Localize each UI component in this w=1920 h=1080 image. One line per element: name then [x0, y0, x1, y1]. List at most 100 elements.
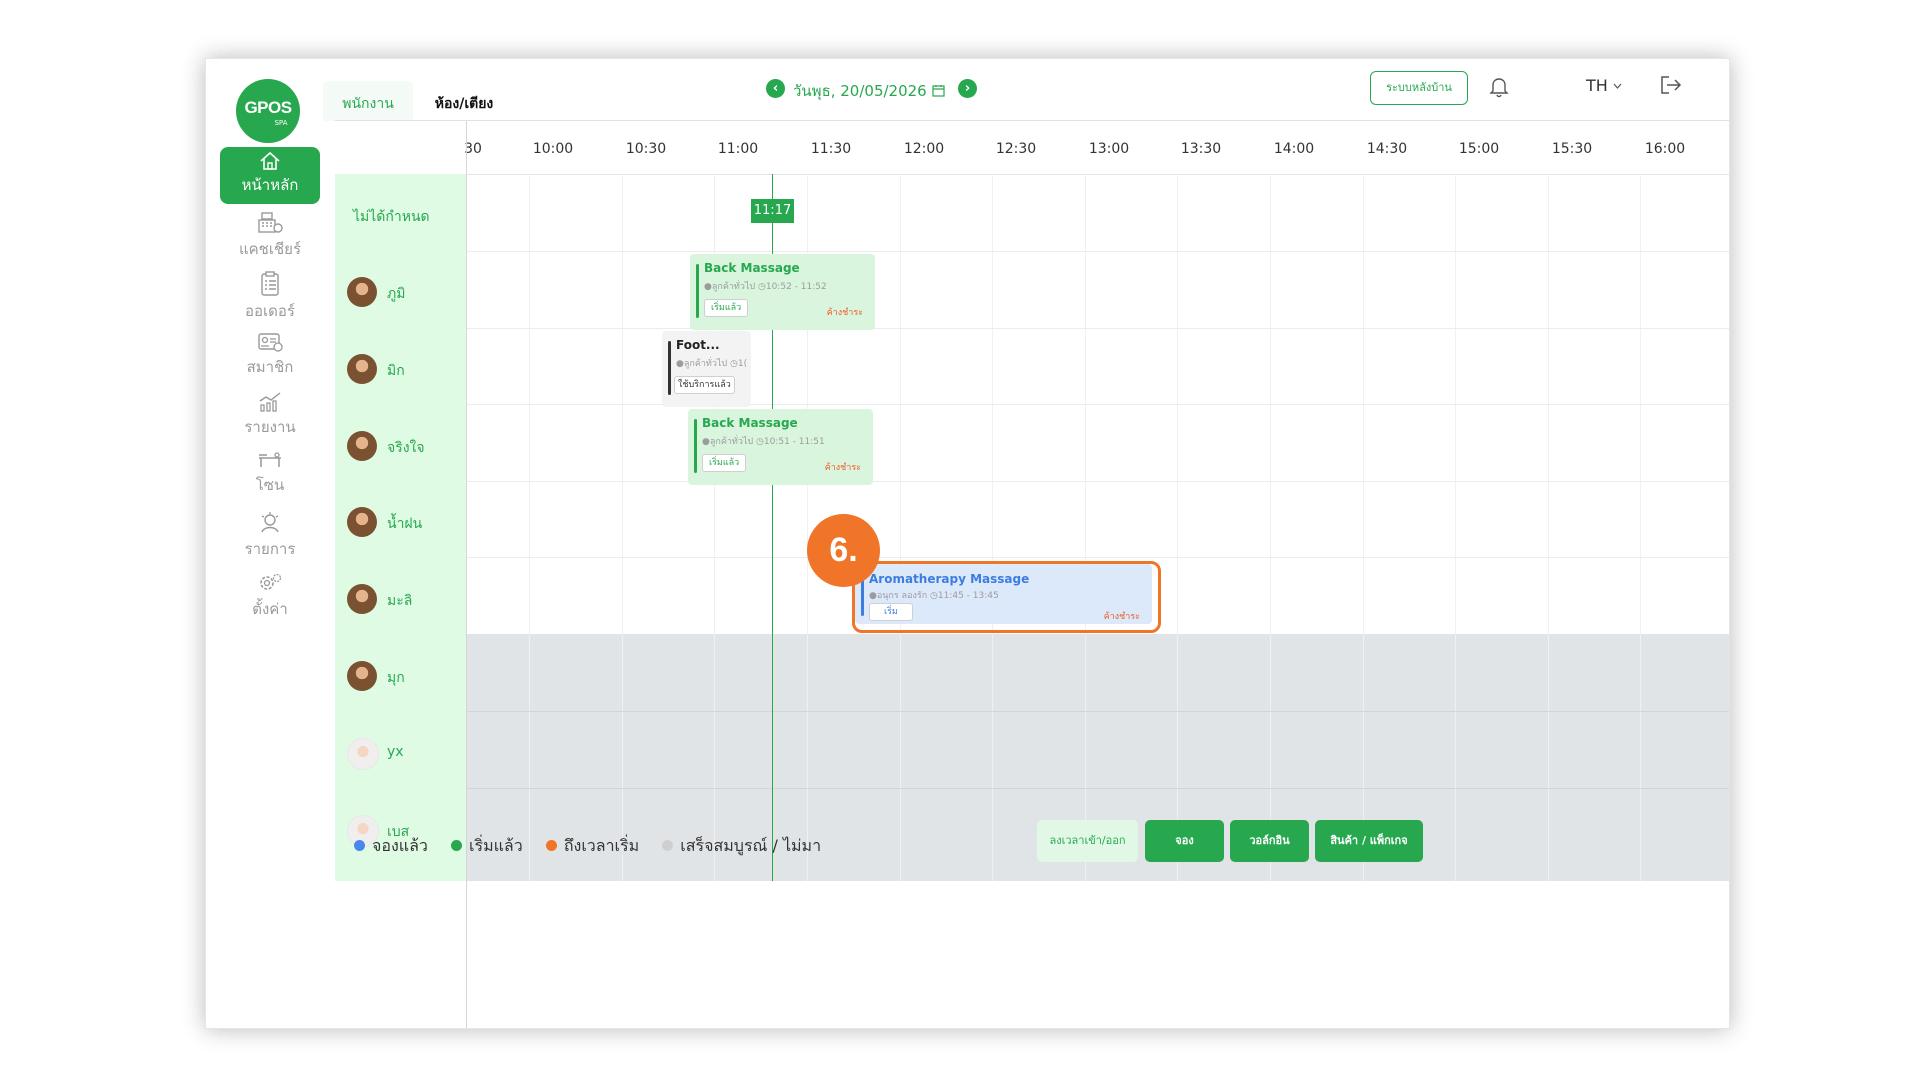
staff-name: มะลิ — [387, 593, 413, 609]
step-number-badge: 6. — [807, 514, 880, 587]
sidebar-item-zones[interactable]: โซน — [220, 447, 320, 504]
tab-staff[interactable]: พนักงาน — [323, 81, 413, 121]
clock-icon: ◷ — [758, 282, 766, 292]
clock-icon: ◷ — [756, 437, 764, 447]
staff-name: น้ำฝน — [387, 516, 423, 532]
staff-row[interactable]: มุก — [335, 661, 466, 691]
booking-meta: ●ลูกค้าทั่วไป ◷10:52 - 11:52 — [704, 279, 827, 293]
app-logo[interactable]: GPOS SPA — [236, 79, 300, 143]
sidebar-item-settings[interactable]: ตั้งค่า — [220, 567, 320, 624]
booking-customer: ●ลูกค้าทั่วไป — [702, 437, 754, 447]
next-day-icon[interactable]: › — [958, 79, 977, 98]
time-tick: 12:30 — [995, 141, 1037, 157]
staff-row[interactable]: มิก — [335, 354, 466, 384]
booking-meta: ●ลูกค้าทั่วไป ◷10:51 - 11:51 — [702, 434, 825, 448]
tab-rooms[interactable]: ห้อง/เตียง — [419, 81, 509, 121]
sidebar-item-label: โซน — [255, 476, 285, 494]
avatar — [347, 277, 377, 307]
current-time-badge: 11:17 — [751, 199, 794, 223]
grid-row-line — [467, 788, 1729, 789]
legend-dot — [662, 840, 674, 851]
legend-dot — [354, 840, 365, 851]
staff-row[interactable]: จริงใจ — [335, 431, 466, 461]
unassigned-row-label: ไม่ได้กำหนด — [353, 209, 430, 225]
notification-bell-icon[interactable] — [1489, 76, 1509, 98]
time-tick: 14:00 — [1273, 141, 1315, 157]
grid-row-line — [467, 328, 1729, 329]
avatar — [347, 661, 377, 691]
legend-dot — [451, 840, 462, 851]
current-date[interactable]: วันพุธ, 20/05/2026 — [793, 79, 945, 103]
highlight-box — [852, 561, 1161, 633]
grid-row-line — [467, 251, 1729, 252]
booking-status-bar — [696, 264, 699, 318]
sidebar: GPOS SPA หน้าหลัก แคชเชียร์ ออเดอร์ สมาช… — [206, 59, 335, 1028]
sidebar-item-orders[interactable]: ออเดอร์ — [220, 267, 320, 324]
walk-in-button[interactable]: วอล์กอิน — [1230, 820, 1309, 862]
language-selector[interactable]: TH — [1586, 76, 1622, 95]
grid-column-line — [1640, 174, 1641, 881]
booking-card[interactable]: Foot... ●ลูกค้าทั่วไป ◷1( ใช้บริการแล้ว — [662, 331, 751, 407]
booking-state-button[interactable]: เริ่มแล้ว — [702, 454, 747, 472]
avatar — [347, 431, 377, 461]
staff-row[interactable]: yx — [335, 738, 466, 770]
legend-dot — [545, 840, 557, 851]
booking-state-button[interactable]: ใช้บริการแล้ว — [674, 376, 735, 394]
payment-due-label: ค้างชำระ — [826, 308, 863, 318]
time-tick: 10:00 — [532, 141, 574, 157]
staff-row[interactable]: น้ำฝน — [335, 507, 466, 537]
booking-card[interactable]: Back Massage ●ลูกค้าทั่วไป ◷10:51 - 11:5… — [688, 409, 873, 485]
time-tick: 14:30 — [1366, 141, 1408, 157]
grid-row-line — [467, 711, 1729, 712]
logo-text: GPOS — [244, 98, 292, 117]
home-icon — [260, 151, 280, 170]
massage-bed-icon — [259, 452, 281, 467]
app-window: GPOS SPA หน้าหลัก แคชเชียร์ ออเดอร์ สมาช… — [205, 58, 1730, 1029]
time-tick: 10:30 — [625, 141, 667, 157]
legend-label: เริ่มแล้ว — [469, 836, 523, 855]
sidebar-item-label: ตั้งค่า — [252, 600, 288, 618]
grid-column-line — [529, 174, 530, 881]
backoffice-button[interactable]: ระบบหลังบ้าน — [1370, 71, 1468, 105]
legend-label: จองแล้ว — [372, 836, 428, 855]
grid-column-line — [1085, 174, 1086, 881]
book-button[interactable]: จอง — [1145, 820, 1224, 862]
booking-state-button[interactable]: เริ่มแล้ว — [704, 299, 749, 317]
grid-row-line — [467, 557, 1729, 558]
chevron-down-icon — [1613, 83, 1622, 89]
grid-column-line — [1548, 174, 1549, 881]
time-tick: 15:00 — [1458, 141, 1500, 157]
sidebar-item-members[interactable]: สมาชิก — [220, 327, 320, 384]
sidebar-item-home[interactable]: หน้าหลัก — [220, 147, 320, 204]
logo-subtext: SPA — [274, 119, 288, 127]
staff-row[interactable]: ภูมิ — [335, 277, 466, 307]
schedule-grid[interactable] — [467, 174, 1729, 881]
sidebar-item-cashier[interactable]: แคชเชียร์ — [220, 207, 320, 264]
staff-name: ภูมิ — [387, 286, 406, 302]
sidebar-item-label: สมาชิก — [246, 358, 294, 376]
sidebar-item-services[interactable]: รายการ — [220, 507, 320, 564]
prev-day-icon[interactable]: ‹ — [766, 79, 785, 98]
staff-row[interactable]: มะลิ — [335, 584, 466, 614]
time-tick: 15:30 — [1551, 141, 1593, 157]
sidebar-item-label: หน้าหลัก — [241, 176, 299, 194]
legend-item: จองแล้ว — [354, 834, 428, 859]
products-packages-button[interactable]: สินค้า / แพ็กเกจ — [1315, 820, 1423, 862]
member-card-icon — [258, 333, 283, 352]
sidebar-item-label: รายการ — [244, 540, 296, 558]
clock-in-out-button[interactable]: ลงเวลาเข้า/ออก — [1037, 820, 1138, 862]
avatar — [347, 738, 379, 770]
time-tick: 13:00 — [1088, 141, 1130, 157]
grid-column-line — [992, 174, 993, 881]
booking-card[interactable]: Back Massage ●ลูกค้าทั่วไป ◷10:52 - 11:5… — [690, 254, 875, 330]
avatar — [347, 584, 377, 614]
payment-due-label: ค้างชำระ — [824, 463, 861, 473]
sidebar-item-label: ออเดอร์ — [245, 302, 295, 320]
gear-icon — [260, 573, 282, 590]
sidebar-item-reports[interactable]: รายงาน — [220, 387, 320, 444]
legend-item: ถึงเวลาเริ่ม — [545, 834, 639, 859]
logout-icon[interactable] — [1660, 75, 1682, 95]
time-tick: 13:30 — [1180, 141, 1222, 157]
booking-title: Back Massage — [704, 261, 800, 275]
grid-column-line — [1177, 174, 1178, 881]
